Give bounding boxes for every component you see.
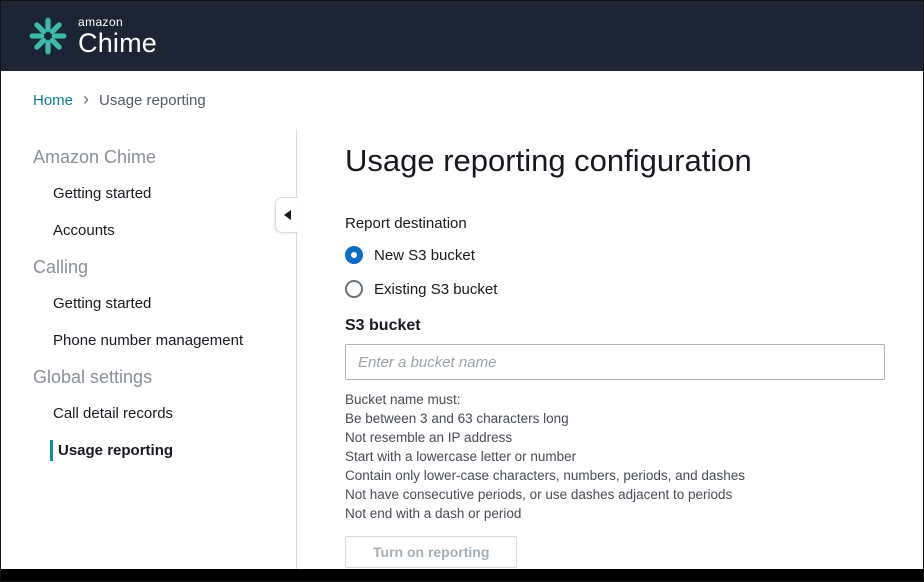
bucket-rules-intro: Bucket name must: — [345, 390, 885, 409]
chevron-right-icon: › — [83, 90, 89, 108]
bucket-rule: Not have consecutive periods, or use das… — [345, 485, 885, 504]
breadcrumb-current: Usage reporting — [99, 92, 206, 109]
sidebar-item-getting-started[interactable]: Getting started — [1, 175, 296, 212]
chevron-left-icon — [284, 210, 291, 220]
bucket-rule: Be between 3 and 63 characters long — [345, 409, 885, 428]
page: amazon Chime Home › Usage reporting Amaz… — [0, 0, 924, 582]
content-area: Amazon Chime Getting started Accounts Ca… — [1, 129, 923, 571]
sidebar-collapse-button[interactable] — [275, 197, 298, 233]
sidebar: Amazon Chime Getting started Accounts Ca… — [1, 129, 297, 571]
bucket-name-rules: Bucket name must: Be between 3 and 63 ch… — [345, 390, 885, 523]
radio-existing-s3-bucket[interactable]: Existing S3 bucket — [345, 277, 885, 301]
sidebar-section-amazon-chime: Amazon Chime — [1, 139, 296, 175]
logo-chime-text: Chime — [78, 30, 157, 57]
logo-text: amazon Chime — [78, 16, 157, 57]
radio-existing-s3-bucket-label: Existing S3 bucket — [374, 281, 497, 298]
sidebar-item-calling-getting-started[interactable]: Getting started — [1, 285, 296, 322]
radio-new-s3-bucket[interactable]: New S3 bucket — [345, 243, 885, 267]
breadcrumb: Home › Usage reporting — [1, 71, 923, 129]
radio-new-s3-bucket-label: New S3 bucket — [374, 247, 475, 264]
report-destination-label: Report destination — [345, 215, 885, 232]
chime-logo[interactable]: amazon Chime — [27, 15, 157, 57]
sidebar-item-call-detail-records[interactable]: Call detail records — [1, 395, 296, 432]
sidebar-section-global-settings: Global settings — [1, 359, 296, 395]
bucket-rule: Start with a lowercase letter or number — [345, 447, 885, 466]
breadcrumb-home-link[interactable]: Home — [33, 92, 73, 109]
app-header: amazon Chime — [1, 1, 923, 71]
radio-selected-icon — [345, 246, 363, 264]
sidebar-active-item-label: Usage reporting — [50, 440, 173, 461]
sidebar-item-usage-reporting[interactable]: Usage reporting — [1, 432, 296, 469]
bucket-name-input[interactable] — [345, 344, 885, 380]
s3-bucket-label: S3 bucket — [345, 317, 885, 335]
radio-unselected-icon — [345, 280, 363, 298]
bucket-rule: Contain only lower-case characters, numb… — [345, 466, 885, 485]
page-title: Usage reporting configuration — [345, 143, 885, 179]
main-panel: Usage reporting configuration Report des… — [297, 129, 923, 571]
sidebar-item-accounts[interactable]: Accounts — [1, 212, 296, 249]
sidebar-item-phone-number-management[interactable]: Phone number management — [1, 322, 296, 359]
bucket-rule: Not end with a dash or period — [345, 504, 885, 523]
logo-amazon-text: amazon — [78, 16, 157, 28]
turn-on-reporting-button[interactable]: Turn on reporting — [345, 536, 517, 568]
footer-bar — [1, 569, 923, 581]
sidebar-section-calling: Calling — [1, 249, 296, 285]
chime-flower-icon — [27, 15, 69, 57]
bucket-rule: Not resemble an IP address — [345, 428, 885, 447]
